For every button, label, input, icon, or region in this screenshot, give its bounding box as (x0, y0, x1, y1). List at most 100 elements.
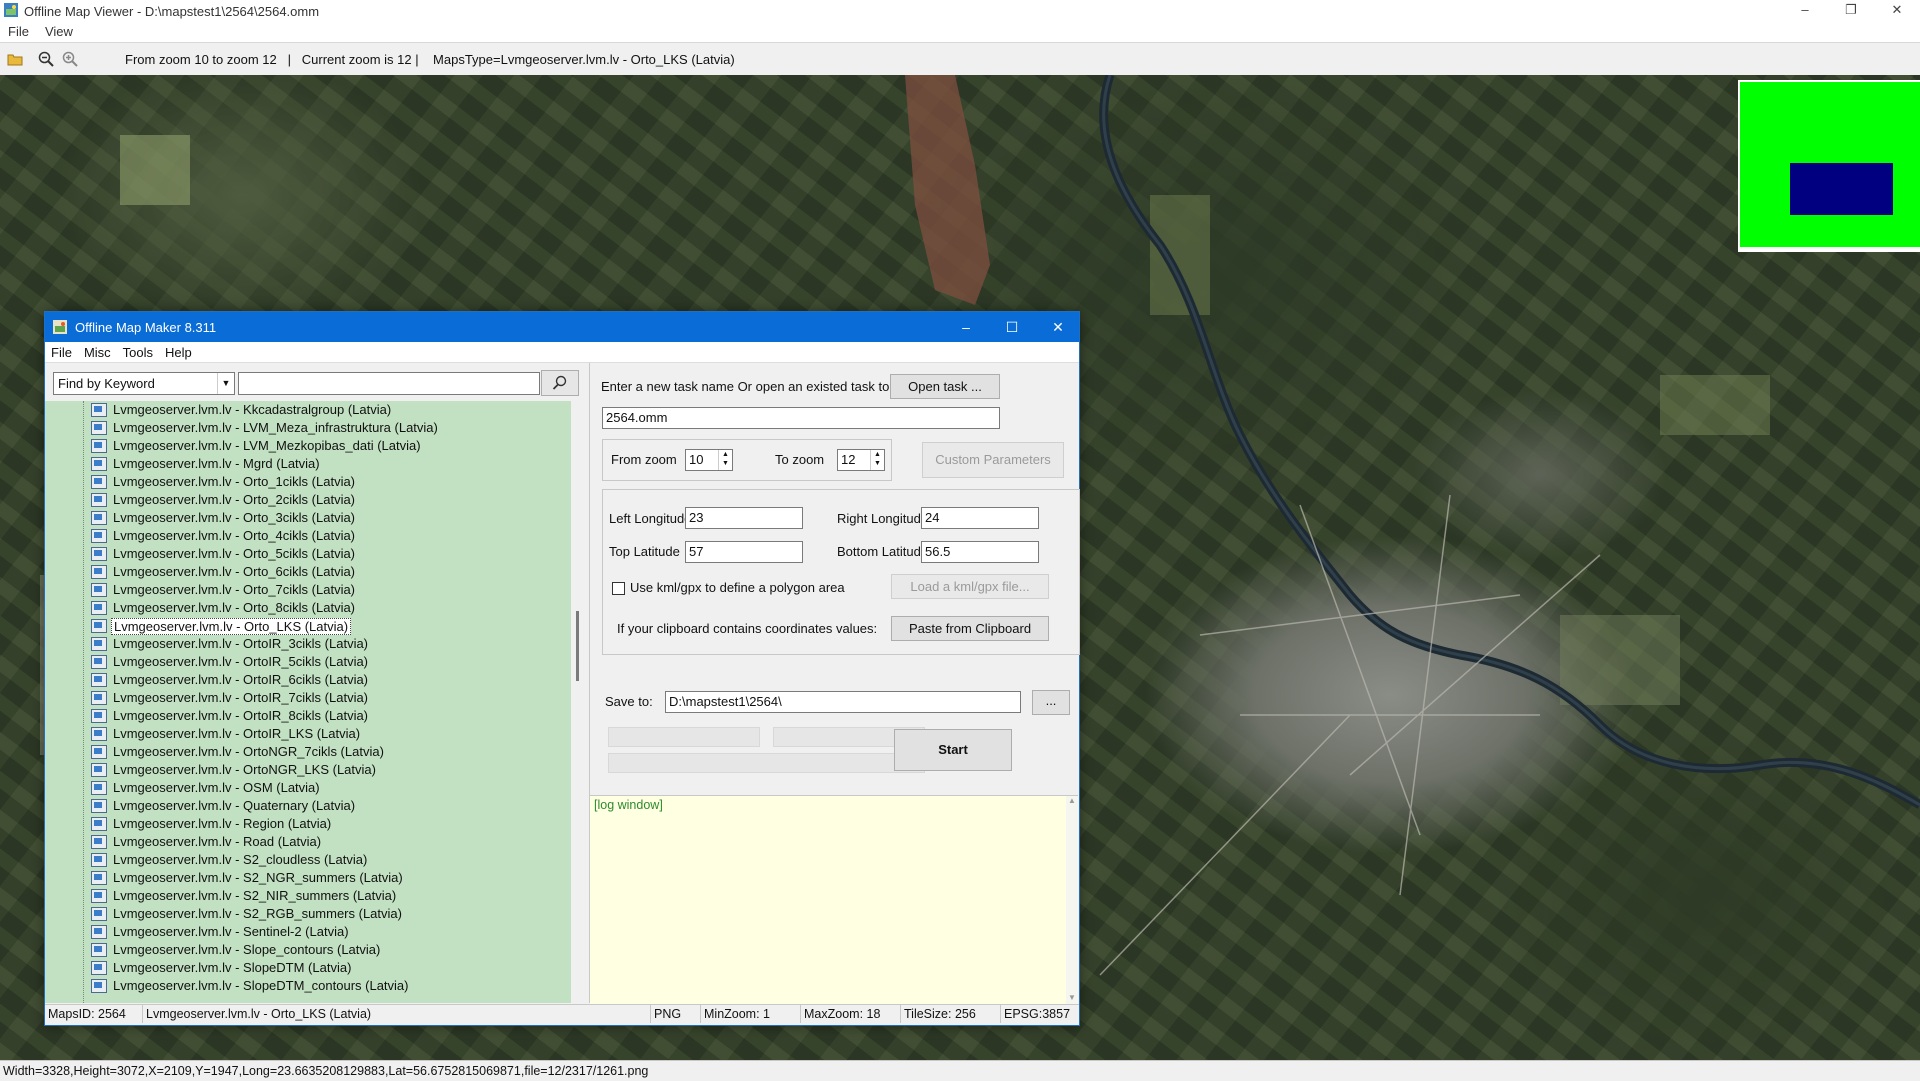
tree-item-label: Lvmgeoserver.lvm.lv - OrtoIR_7cikls (Lat… (113, 690, 369, 705)
map-layer-icon (91, 745, 107, 759)
tree-item-label: Lvmgeoserver.lvm.lv - Orto_8cikls (Latvi… (113, 600, 356, 615)
map-layer-icon (91, 925, 107, 939)
map-layer-icon (91, 475, 107, 489)
from-zoom-spin-icon[interactable]: ▲ ▼ (718, 450, 732, 470)
tree-item-label: Lvmgeoserver.lvm.lv - Orto_7cikls (Latvi… (113, 582, 356, 597)
tree-item-label: Lvmgeoserver.lvm.lv - S2_cloudless (Latv… (113, 852, 368, 867)
task-name-value: 2564.omm (606, 410, 668, 425)
from-zoom-stepper[interactable]: 10 ▲ ▼ (685, 449, 733, 471)
zoom-out-icon[interactable] (38, 51, 54, 67)
save-to-label: Save to: (605, 694, 653, 709)
dialog-menubar: File Misc Tools Help (45, 342, 1079, 363)
map-layer-icon (91, 673, 107, 687)
to-zoom-spin-icon[interactable]: ▲ ▼ (870, 450, 884, 470)
find-mode-select[interactable]: Find by Keyword ▼ (53, 372, 235, 395)
log-window[interactable]: [log window] ▲ ▼ (590, 795, 1078, 1004)
tree-item-label: Lvmgeoserver.lvm.lv - S2_NIR_summers (La… (113, 888, 397, 903)
tree-item-label: Lvmgeoserver.lvm.lv - Slope_contours (La… (113, 942, 381, 957)
tree-item-label: Lvmgeoserver.lvm.lv - Orto_1cikls (Latvi… (113, 474, 356, 489)
left-longitude-input[interactable]: 23 (685, 507, 803, 529)
map-layer-icon (91, 601, 107, 615)
tree-item-label: Lvmgeoserver.lvm.lv - OrtoNGR_LKS (Latvi… (113, 762, 376, 777)
dialog-menu-misc[interactable]: Misc (78, 342, 117, 360)
app-icon (4, 3, 18, 17)
custom-parameters-button[interactable]: Custom Parameters (922, 442, 1064, 478)
overview-viewport[interactable] (1790, 163, 1893, 215)
map-layer-icon (91, 511, 107, 525)
status-maps-id: MapsID: 2564 (45, 1005, 143, 1023)
open-task-button[interactable]: Open task ... (890, 374, 1000, 399)
dialog-menu-tools[interactable]: Tools (117, 342, 159, 360)
dialog-minimize-button[interactable]: – (943, 312, 989, 342)
open-folder-icon[interactable] (7, 51, 23, 67)
zoom-status-text: From zoom 10 to zoom 12 | Current zoom i… (125, 52, 735, 67)
log-scrollbar[interactable]: ▲ ▼ (1066, 796, 1078, 1004)
status-tile-size: TileSize: 256 (901, 1005, 1001, 1023)
tree-item-label: Lvmgeoserver.lvm.lv - OrtoIR_6cikls (Lat… (113, 672, 369, 687)
dialog-maximize-button[interactable]: ☐ (989, 312, 1035, 342)
overview-minimap[interactable] (1738, 80, 1920, 252)
map-source-tree[interactable]: Lvmgeoserver.lvm.lv - Kkcadastralgroup (… (45, 401, 571, 1003)
map-layer-icon (91, 727, 107, 741)
main-statusbar: Width=3328,Height=3072,X=2109,Y=1947,Lon… (0, 1060, 1920, 1081)
zoom-range-group: From zoom 10 ▲ ▼ To zoom 12 ▲ ▼ (602, 439, 892, 481)
menu-file[interactable]: File (0, 22, 37, 39)
map-layer-icon (91, 565, 107, 579)
menu-view[interactable]: View (37, 22, 81, 39)
task-name-input[interactable]: 2564.omm (602, 407, 1000, 429)
tree-item-label: Lvmgeoserver.lvm.lv - SlopeDTM_contours … (113, 978, 409, 993)
map-layer-icon (91, 799, 107, 813)
load-kml-button[interactable]: Load a kml/gpx file... (891, 574, 1049, 599)
tree-item-label: Lvmgeoserver.lvm.lv - S2_RGB_summers (La… (113, 906, 402, 921)
find-keyword-input[interactable] (238, 372, 540, 395)
tree-item-label: Lvmgeoserver.lvm.lv - S2_NGR_summers (La… (113, 870, 403, 885)
dialog-statusbar: MapsID: 2564 Lvmgeoserver.lvm.lv - Orto_… (45, 1004, 1079, 1025)
map-source-pane: Find by Keyword ▼ Lvmgeoserver.lvm.lv - … (45, 363, 585, 1003)
bottom-latitude-input[interactable]: 56.5 (921, 541, 1039, 563)
tree-item-label: Lvmgeoserver.lvm.lv - Orto_6cikls (Latvi… (113, 564, 356, 579)
tree-item-label: Lvmgeoserver.lvm.lv - OSM (Latvia) (113, 780, 320, 795)
map-layer-icon (91, 943, 107, 957)
right-longitude-label: Right Longitude (837, 511, 929, 526)
map-layer-icon (91, 457, 107, 471)
dialog-close-button[interactable]: ✕ (1035, 312, 1081, 342)
use-kml-checkbox[interactable] (612, 582, 625, 595)
dialog-titlebar[interactable]: Offline Map Maker 8.311 – ☐ ✕ (45, 312, 1079, 342)
minimize-button[interactable]: – (1782, 0, 1828, 22)
to-zoom-stepper[interactable]: 12 ▲ ▼ (837, 449, 885, 471)
maximize-button[interactable]: ❐ (1828, 0, 1874, 22)
find-mode-value: Find by Keyword (58, 376, 155, 391)
offline-map-maker-dialog: Offline Map Maker 8.311 – ☐ ✕ File Misc To… (44, 311, 1080, 1026)
from-zoom-label: From zoom (611, 452, 677, 467)
zoom-in-icon[interactable] (62, 51, 78, 67)
save-path-input[interactable]: D:\mapstest1\2564\ (665, 691, 1021, 713)
paste-clipboard-button[interactable]: Paste from Clipboard (891, 616, 1049, 641)
left-longitude-label: Left Longitude (609, 511, 692, 526)
right-longitude-input[interactable]: 24 (921, 507, 1039, 529)
dialog-menu-file[interactable]: File (45, 342, 78, 360)
status-max-zoom: MaxZoom: 18 (801, 1005, 901, 1023)
tree-item-label: Lvmgeoserver.lvm.lv - OrtoIR_8cikls (Lat… (113, 708, 369, 723)
status-format: PNG (651, 1005, 701, 1023)
tree-item-label: Lvmgeoserver.lvm.lv - Orto_5cikls (Latvi… (113, 546, 356, 561)
map-layer-icon (91, 871, 107, 885)
top-latitude-label: Top Latitude (609, 544, 680, 559)
close-button[interactable]: ✕ (1874, 0, 1920, 22)
find-button[interactable] (541, 370, 579, 396)
tree-item-label: Lvmgeoserver.lvm.lv - OrtoIR_LKS (Latvia… (113, 726, 361, 741)
map-layer-icon (91, 889, 107, 903)
tree-connector-line (83, 401, 85, 1003)
browse-button[interactable]: ... (1032, 690, 1070, 715)
main-toolbar: From zoom 10 to zoom 12 | Current zoom i… (0, 42, 1920, 76)
status-maps-name: Lvmgeoserver.lvm.lv - Orto_LKS (Latvia) (143, 1005, 651, 1023)
map-layer-icon (91, 781, 107, 795)
start-button[interactable]: Start (894, 729, 1012, 771)
task-settings-pane: Enter a new task name Or open an existed… (589, 363, 1080, 1004)
top-latitude-value: 57 (689, 544, 704, 559)
tree-scroll-thumb[interactable] (576, 611, 579, 681)
tree-scrollbar[interactable] (571, 401, 585, 1003)
chevron-down-icon[interactable]: ▼ (217, 373, 234, 394)
dialog-menu-help[interactable]: Help (159, 342, 198, 360)
map-layer-icon (91, 961, 107, 975)
top-latitude-input[interactable]: 57 (685, 541, 803, 563)
